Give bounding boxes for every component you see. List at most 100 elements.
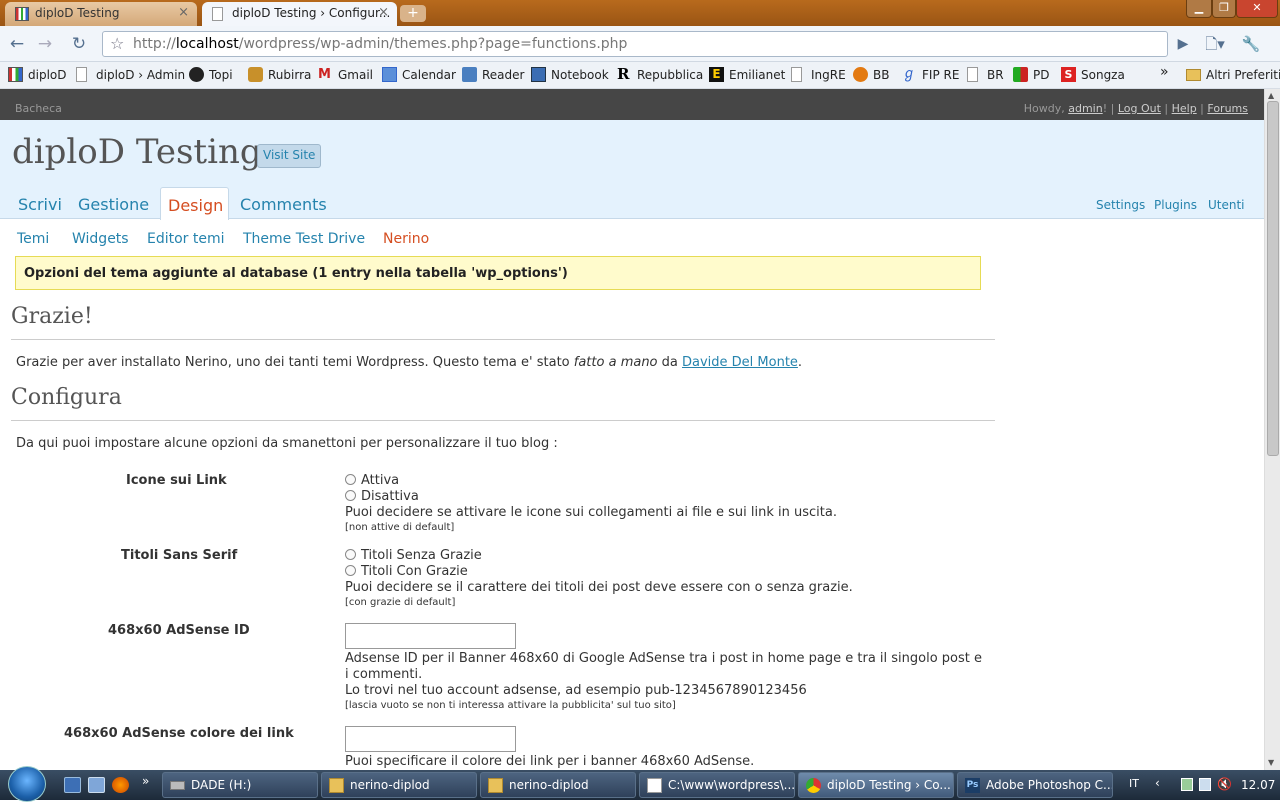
task-chrome[interactable]: diploD Testing › Co... (798, 772, 954, 798)
minimize-button[interactable]: ▁ (1186, 0, 1212, 18)
settings-link[interactable]: Settings (1096, 198, 1145, 212)
clock[interactable]: 12.07 (1241, 778, 1275, 792)
bookmark-bb[interactable]: BB (853, 67, 889, 82)
radio-circle[interactable] (345, 490, 356, 501)
firefox-icon[interactable] (112, 777, 129, 793)
back-arrow-icon[interactable]: ← (6, 33, 28, 55)
quicklaunch-overflow-icon[interactable]: » (142, 774, 159, 790)
plugins-link[interactable]: Plugins (1154, 198, 1197, 212)
go-icon[interactable]: ▶ (1172, 33, 1194, 55)
visit-site-button[interactable]: Visit Site (257, 144, 322, 168)
close-window-button[interactable]: ✕ (1236, 0, 1278, 18)
bookmark-rubirra[interactable]: Rubirra (248, 67, 311, 82)
users-link[interactable]: Utenti (1208, 198, 1245, 212)
task-drive[interactable]: DADE (H:) (162, 772, 318, 798)
show-desktop-icon[interactable] (64, 777, 81, 793)
subnav-widgets[interactable]: Widgets (72, 231, 129, 247)
tab-configura[interactable]: diploD Testing › Configur... × (202, 2, 397, 26)
forward-arrow-icon[interactable]: → (34, 33, 56, 55)
user-links: Howdy, admin! | Log Out | Help | Forums (1024, 102, 1248, 115)
scroll-down-icon[interactable]: ▼ (1268, 758, 1274, 767)
radio-label: Attiva (361, 473, 400, 488)
bookmark-emilianet[interactable]: E Emilianet (709, 67, 785, 82)
forums-link[interactable]: Forums (1207, 102, 1248, 115)
bookmark-diplod[interactable]: diploD (8, 67, 66, 82)
radio-circle[interactable] (345, 474, 356, 485)
tab-scrivi[interactable]: Scrivi (18, 195, 62, 214)
bookmark-songza[interactable]: S Songza (1061, 67, 1125, 82)
adsense-color-input[interactable] (345, 726, 516, 752)
icons-active-radio[interactable]: Attiva (345, 473, 399, 488)
help-link[interactable]: Help (1172, 102, 1197, 115)
close-tab-icon[interactable]: × (178, 5, 189, 20)
bookmark-diplod-admin[interactable]: diploD › Admin (76, 67, 186, 82)
bookmark-repubblica[interactable]: R Repubblica (617, 65, 703, 83)
serif-radio[interactable]: Titoli Con Grazie (345, 564, 468, 579)
bars-icon (15, 7, 29, 21)
bookmark-label: Reader (482, 68, 525, 82)
system-tray: IT ‹ 🔇 12.07 (1125, 770, 1280, 800)
maximize-button[interactable]: ❐ (1212, 0, 1236, 18)
sans-serif-radio[interactable]: Titoli Senza Grazie (345, 548, 482, 563)
tray-expand-icon[interactable]: ‹ (1155, 776, 1160, 790)
adsense-id-example: Lo trovi nel tuo account adsense, ad ese… (345, 683, 807, 698)
subnav-nerino[interactable]: Nerino (383, 231, 429, 247)
divider (11, 339, 995, 340)
bookmarks-overflow-button[interactable]: » (1140, 64, 1169, 80)
bookmark-reader[interactable]: Reader (462, 67, 525, 82)
speaker-muted-icon[interactable]: 🔇 (1217, 777, 1232, 791)
author-link[interactable]: Davide Del Monte (682, 355, 798, 370)
separator: | (1160, 102, 1172, 115)
howdy-text: Howdy, (1023, 102, 1069, 115)
tab-diplod-testing[interactable]: diploD Testing × (5, 2, 197, 26)
wp-header: diploD Testing Visit Site Scrivi Gestion… (0, 120, 1264, 220)
tab-design[interactable]: Design (160, 187, 229, 220)
bookmark-label: Altri Preferiti (1206, 68, 1280, 82)
bookmark-label: diploD › Admin (96, 68, 186, 82)
notebook-icon (531, 67, 546, 82)
radio-circle[interactable] (345, 549, 356, 560)
reload-icon[interactable]: ↻ (68, 33, 90, 55)
bookmark-topi[interactable]: Topi (189, 67, 233, 82)
task-photoshop[interactable]: Ps Adobe Photoshop C... (957, 772, 1113, 798)
bookmark-fip-re[interactable]: ℊ FIP RE (902, 67, 959, 83)
tab-comments[interactable]: Comments (240, 195, 327, 214)
switch-windows-icon[interactable] (88, 777, 105, 793)
logout-link[interactable]: Log Out (1118, 102, 1161, 115)
start-button[interactable] (8, 766, 46, 802)
star-icon[interactable]: ☆ (110, 32, 124, 56)
adsense-id-input[interactable] (345, 623, 516, 649)
other-bookmarks[interactable]: Altri Preferiti (1186, 68, 1280, 82)
icons-inactive-radio[interactable]: Disattiva (345, 489, 419, 504)
bookmark-br[interactable]: BR (967, 67, 1004, 82)
language-indicator[interactable]: IT (1129, 777, 1139, 790)
r-icon: R (617, 65, 630, 83)
new-tab-button[interactable]: + (400, 5, 426, 22)
bookmark-pd[interactable]: PD (1013, 67, 1049, 82)
task-folder-1[interactable]: nerino-diplod (321, 772, 477, 798)
subnav-temi[interactable]: Temi (17, 231, 49, 247)
scroll-up-icon[interactable]: ▲ (1268, 91, 1274, 100)
scroll-thumb[interactable] (1267, 101, 1279, 456)
bookmark-gmail[interactable]: M Gmail (318, 67, 373, 82)
subnav-theme-test-drive[interactable]: Theme Test Drive (243, 231, 365, 247)
page-menu-icon[interactable]: 🗋▾ (1204, 33, 1226, 55)
close-tab-icon[interactable]: × (378, 5, 389, 20)
bookmark-label: Calendar (402, 68, 456, 82)
user-link[interactable]: admin (1068, 102, 1102, 115)
tab-gestione[interactable]: Gestione (78, 195, 149, 214)
address-bar[interactable]: ☆ http://localhost/wordpress/wp-admin/th… (102, 31, 1168, 57)
bookmark-ingre[interactable]: IngRE (791, 67, 846, 82)
dashboard-link[interactable]: Bacheca (15, 102, 62, 115)
battery-icon[interactable] (1181, 778, 1193, 791)
radio-circle[interactable] (345, 565, 356, 576)
wrench-icon[interactable]: 🔧 (1240, 33, 1262, 55)
bookmark-notebook[interactable]: Notebook (531, 67, 609, 82)
network-icon[interactable] (1199, 778, 1211, 791)
subnav-editor-temi[interactable]: Editor temi (147, 231, 225, 247)
task-folder-2[interactable]: nerino-diplod (480, 772, 636, 798)
bookmark-calendar[interactable]: Calendar (382, 67, 456, 82)
page-scrollbar[interactable]: ▲ ▼ (1264, 89, 1280, 770)
task-editor[interactable]: C:\www\wordpress\... (639, 772, 795, 798)
task-label: nerino-diplod (350, 778, 430, 792)
